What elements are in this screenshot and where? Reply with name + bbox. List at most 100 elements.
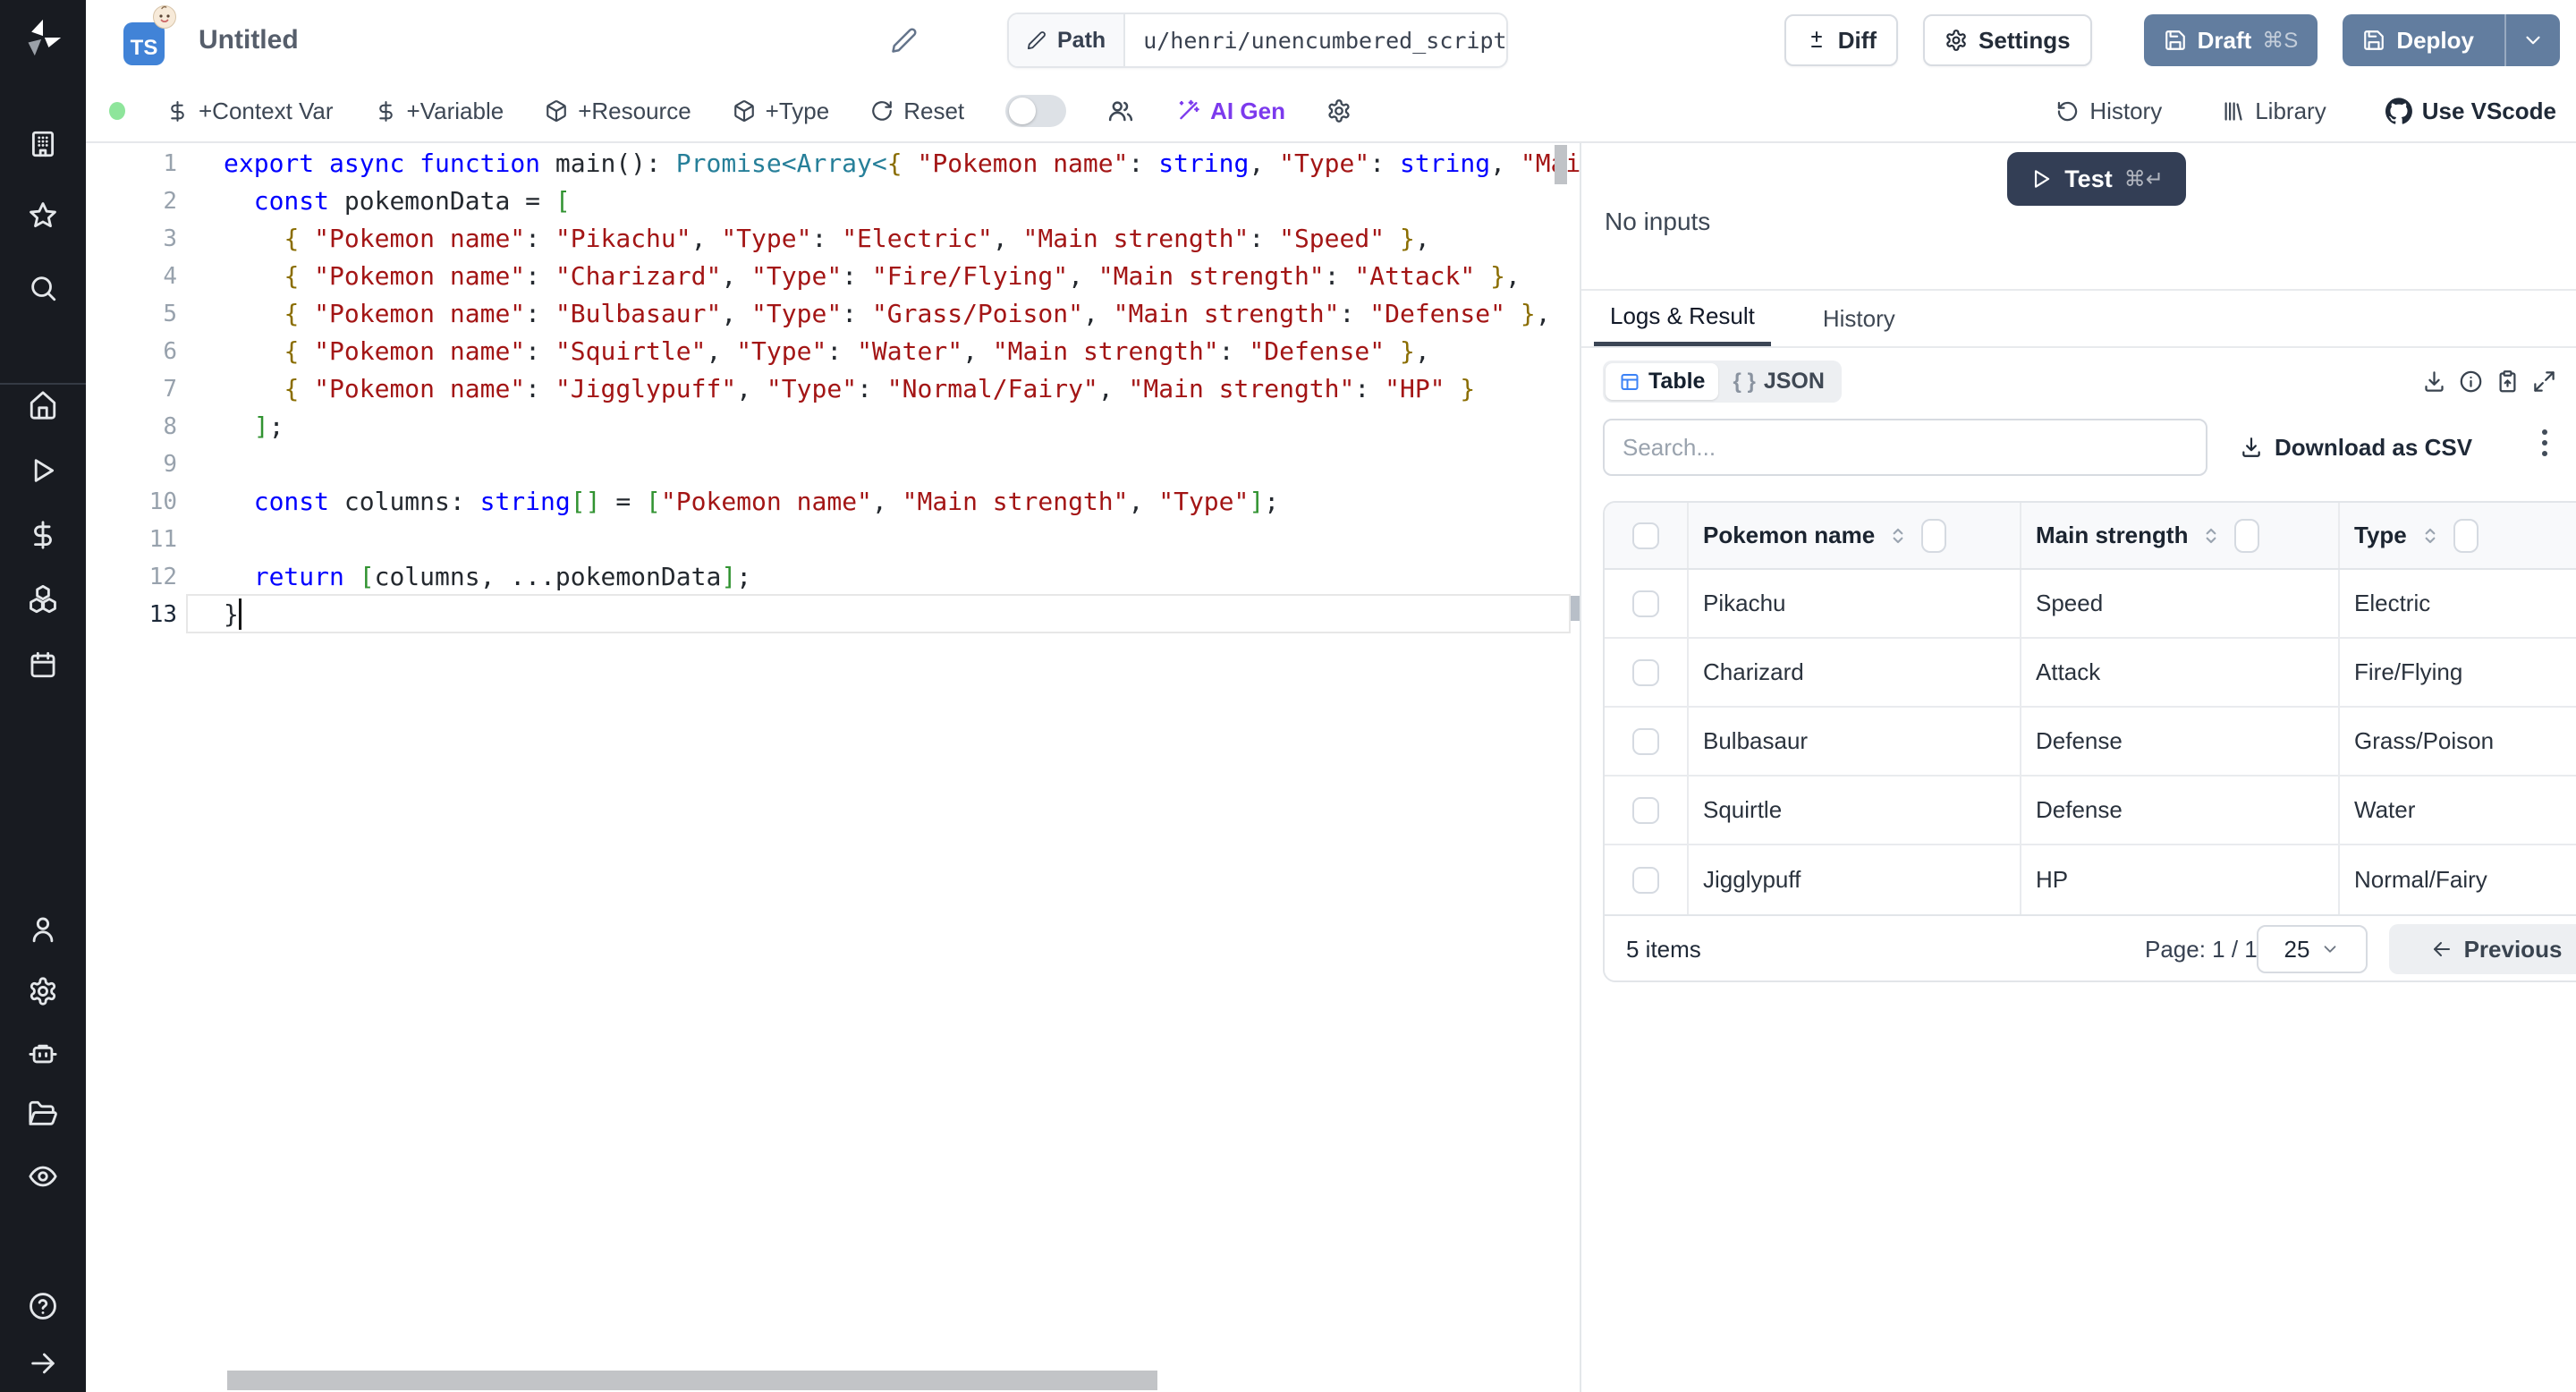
- code-line[interactable]: { "Pokemon name": "Squirtle", "Type": "W…: [224, 333, 1429, 370]
- row-checkbox[interactable]: [1632, 658, 1659, 686]
- code-token: :: [525, 374, 555, 403]
- sidebar-item-audit[interactable]: [0, 1161, 86, 1192]
- row-checkbox[interactable]: [1632, 727, 1659, 755]
- code-line[interactable]: return [columns, ...pokemonData];: [224, 558, 751, 596]
- code-editor[interactable]: 1 2 3 4 5 6 7 8 9 10 11 12 13 export async function …: [86, 143, 1580, 1392]
- code-token: :: [811, 224, 843, 253]
- sidebar-item-resources[interactable]: [0, 585, 86, 615]
- add-context-var-button[interactable]: +Context Var: [166, 98, 334, 125]
- column-label: Type: [2354, 522, 2407, 548]
- sidebar-expand[interactable]: [0, 1348, 86, 1379]
- code-token: ]: [1249, 487, 1265, 516]
- code-token: "Pokemon name": [917, 149, 1129, 178]
- history-label: History: [2089, 97, 2163, 124]
- sidebar-item-folders[interactable]: [0, 1099, 86, 1129]
- header-pokemon-name[interactable]: Pokemon name: [1687, 503, 2020, 568]
- view-table-button[interactable]: Table: [1606, 363, 1719, 400]
- deploy-main[interactable]: Deploy: [2343, 14, 2494, 66]
- code-line[interactable]: { "Pokemon name": "Bulbasaur", "Type": "…: [224, 295, 1550, 333]
- clipboard-copy-icon[interactable]: [2496, 369, 2520, 394]
- deploy-label: Deploy: [2396, 26, 2474, 54]
- column-filter-pill[interactable]: [1921, 518, 1947, 553]
- tab-logs-result[interactable]: Logs & Result: [1594, 291, 1771, 346]
- more-options-button[interactable]: [2542, 429, 2549, 456]
- row-checkbox[interactable]: [1632, 866, 1659, 894]
- code-line[interactable]: { "Pokemon name": "Pikachu", "Type": "El…: [224, 220, 1429, 258]
- sidebar-item-schedules[interactable]: [0, 649, 86, 680]
- code-line[interactable]: ];: [224, 408, 284, 446]
- path-field[interactable]: Path u/henri/unencumbered_script: [1007, 13, 1508, 68]
- line-number: 8: [163, 413, 177, 440]
- horizontal-scrollbar[interactable]: [227, 1371, 1157, 1390]
- sidebar-item-home[interactable]: [0, 390, 86, 420]
- vertical-scrollbar[interactable]: [1555, 145, 1567, 184]
- sidebar-item-variables[interactable]: [0, 520, 86, 550]
- previous-label: Previous: [2463, 935, 2563, 963]
- code-token: =: [600, 487, 647, 516]
- select-all-checkbox[interactable]: [1632, 522, 1659, 549]
- previous-page-button[interactable]: Previous: [2389, 924, 2576, 974]
- code-line[interactable]: }: [224, 596, 239, 633]
- sort-icon[interactable]: [1886, 524, 1910, 547]
- deploy-dropdown[interactable]: [2504, 14, 2560, 66]
- sort-icon[interactable]: [2199, 524, 2223, 547]
- sidebar-item-favorites[interactable]: [0, 200, 86, 231]
- code-line[interactable]: export async function main(): Promise<Ar…: [224, 145, 1580, 182]
- history-button[interactable]: History: [2055, 98, 2162, 125]
- page-size-select[interactable]: 25: [2257, 925, 2368, 973]
- editor-settings-button[interactable]: [1326, 98, 1352, 123]
- use-vscode-button[interactable]: Use VScode: [2385, 98, 2556, 125]
- row-checkbox[interactable]: [1632, 590, 1659, 617]
- expand-icon[interactable]: [2532, 369, 2556, 394]
- header-main-strength[interactable]: Main strength: [2020, 503, 2338, 568]
- code-line[interactable]: { "Pokemon name": "Charizard", "Type": "…: [224, 258, 1520, 295]
- code-token: "Pokemon name": [314, 261, 526, 291]
- settings-button[interactable]: Settings: [1923, 14, 2092, 66]
- add-resource-button[interactable]: +Resource: [545, 98, 691, 125]
- windmill-logo[interactable]: [0, 18, 86, 57]
- path-value[interactable]: u/henri/unencumbered_script: [1125, 14, 1506, 66]
- line-number: 11: [148, 526, 177, 553]
- sidebar-item-help[interactable]: [0, 1291, 86, 1321]
- sidebar-item-workers[interactable]: [0, 1038, 86, 1068]
- sidebar-item-runs[interactable]: [0, 455, 86, 486]
- draft-shortcut: ⌘S: [2262, 28, 2299, 53]
- download-icon[interactable]: [2422, 369, 2446, 394]
- code-line[interactable]: const pokemonData = [: [224, 182, 571, 220]
- info-icon[interactable]: [2459, 369, 2483, 394]
- view-json-button[interactable]: { } JSON: [1718, 369, 1838, 395]
- test-button[interactable]: Test ⌘↵: [2007, 152, 2186, 206]
- code-token: }: [224, 599, 239, 629]
- diff-mode-toggle[interactable]: [1005, 95, 1067, 127]
- sidebar-item-search[interactable]: [0, 273, 86, 303]
- library-button[interactable]: Library: [2221, 98, 2326, 125]
- add-variable-button[interactable]: +Variable: [375, 98, 504, 125]
- sidebar-item-settings[interactable]: [0, 976, 86, 1006]
- current-line-highlight: [186, 594, 1571, 633]
- code-line[interactable]: { "Pokemon name": "Jigglypuff", "Type": …: [224, 370, 1475, 408]
- column-filter-pill[interactable]: [2234, 518, 2260, 553]
- add-type-button[interactable]: +Type: [733, 98, 829, 125]
- search-input[interactable]: [1603, 419, 2207, 476]
- multiplayer-button[interactable]: [1107, 98, 1134, 124]
- diff-button[interactable]: Diff: [1784, 14, 1899, 66]
- row-checkbox[interactable]: [1632, 796, 1659, 824]
- draft-button[interactable]: Draft ⌘S: [2143, 14, 2318, 66]
- tab-history[interactable]: History: [1807, 291, 1911, 346]
- sidebar-item-workspace[interactable]: [0, 129, 86, 159]
- download-csv-button[interactable]: Download as CSV: [2240, 419, 2472, 476]
- code-line[interactable]: const columns: string[] = ["Pokemon name…: [224, 483, 1279, 521]
- code-token: pokemonData =: [329, 186, 555, 216]
- column-filter-pill[interactable]: [2453, 518, 2479, 553]
- ai-gen-button[interactable]: AI Gen: [1175, 98, 1285, 125]
- sidebar-item-account[interactable]: [0, 914, 86, 945]
- edit-title-button[interactable]: [891, 27, 918, 54]
- deploy-button[interactable]: Deploy: [2343, 14, 2560, 66]
- header-type[interactable]: Type: [2338, 503, 2576, 568]
- reset-button[interactable]: Reset: [870, 98, 964, 125]
- sort-icon[interactable]: [2419, 524, 2442, 547]
